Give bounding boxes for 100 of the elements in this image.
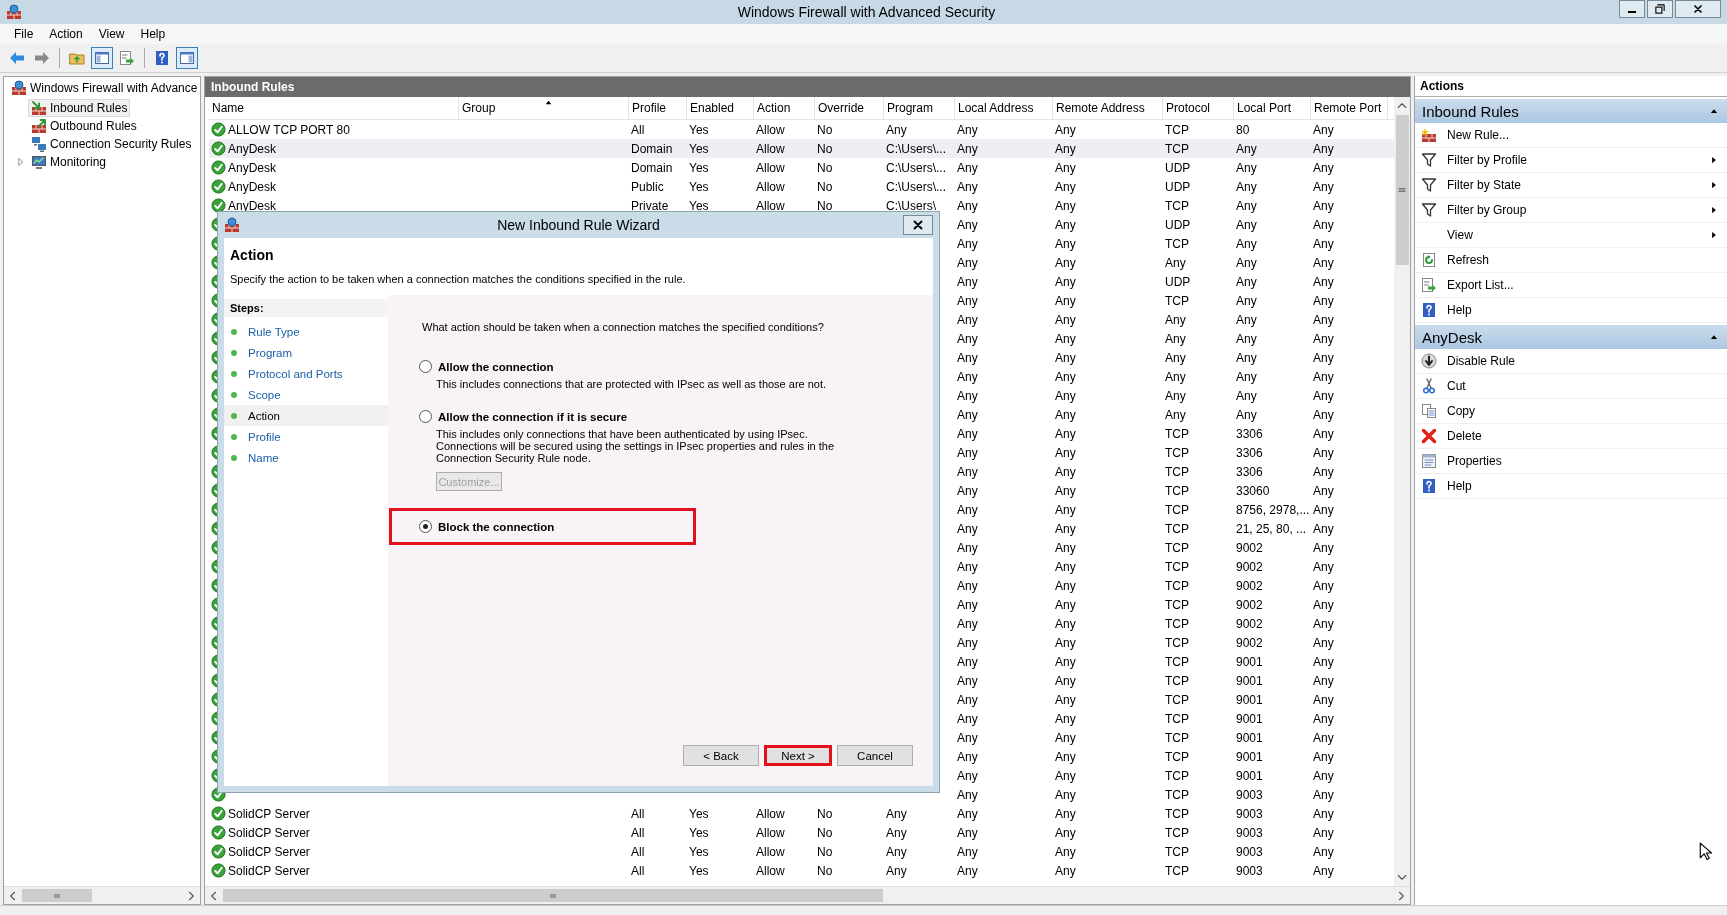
table-cell: Any	[957, 749, 978, 764]
table-cell: Any	[957, 312, 978, 327]
scroll-thumb[interactable]	[1395, 115, 1409, 265]
vertical-scrollbar[interactable]	[1394, 97, 1410, 886]
table-cell: Any	[1313, 597, 1334, 612]
dialog-button[interactable]: Next >	[764, 745, 832, 766]
column-header[interactable]: Remote Address	[1053, 97, 1163, 119]
column-header[interactable]: Action	[754, 97, 815, 119]
table-cell: AnyDesk	[228, 141, 277, 156]
table-cell: Any	[1313, 293, 1334, 308]
column-header[interactable]: Protocol	[1163, 97, 1234, 119]
section-header[interactable]: AnyDesk	[1415, 325, 1727, 349]
table-cell: Any	[1055, 426, 1076, 441]
close-button[interactable]	[903, 215, 933, 235]
steps-heading: Steps:	[224, 299, 388, 317]
action-item[interactable]: Delete	[1415, 424, 1727, 449]
tree-item[interactable]: Monitoring	[28, 153, 110, 171]
step-link[interactable]: Protocol and Ports	[224, 363, 388, 384]
step-link[interactable]: Program	[224, 342, 388, 363]
action-item[interactable]: Copy	[1415, 399, 1727, 424]
restore-button[interactable]	[1647, 0, 1673, 18]
action-item[interactable]: Filter by Profile	[1415, 148, 1727, 173]
action-item[interactable]: Filter by Group	[1415, 198, 1727, 223]
column-header[interactable]: Local Address	[955, 97, 1053, 119]
tree-item[interactable]: Connection Security Rules	[28, 135, 195, 153]
table-cell: SolidCP Server	[228, 844, 310, 859]
column-header[interactable]: Override	[815, 97, 884, 119]
table-cell: 3306	[1236, 464, 1263, 479]
section-header[interactable]: Inbound Rules	[1415, 99, 1727, 123]
scissors-icon	[1421, 378, 1437, 394]
step-link[interactable]: Profile	[224, 426, 388, 447]
action-item[interactable]: Disable Rule	[1415, 349, 1727, 374]
option-label[interactable]: Block the connection	[438, 520, 555, 533]
option-label[interactable]: Allow the connection	[438, 360, 554, 373]
menu-item[interactable]: View	[90, 25, 133, 43]
dialog-button[interactable]: < Back	[683, 745, 759, 766]
table-cell: Any	[957, 445, 978, 460]
restore-icon	[1654, 3, 1666, 15]
dialog-button[interactable]: Cancel	[837, 745, 913, 766]
action-item[interactable]: Export List...	[1415, 273, 1727, 298]
table-cell: Any	[1313, 673, 1334, 688]
column-header[interactable]: Remote Port	[1311, 97, 1388, 119]
table-cell: Any	[1055, 293, 1076, 308]
table-cell: UDP	[1165, 217, 1191, 232]
firewall-icon	[224, 217, 240, 233]
action-item[interactable]: Cut	[1415, 374, 1727, 399]
step-link[interactable]: Scope	[224, 384, 388, 405]
table-cell: Allow	[756, 198, 785, 213]
menu-item[interactable]: Help	[132, 25, 174, 43]
step-link[interactable]: Name	[224, 447, 388, 468]
action-item[interactable]: Refresh	[1415, 248, 1727, 273]
table-cell: Any	[1236, 255, 1257, 270]
scroll-thumb[interactable]	[22, 889, 92, 902]
column-header[interactable]: Profile	[629, 97, 687, 119]
action-item[interactable]: Help	[1415, 298, 1727, 323]
table-cell: 9001	[1236, 673, 1263, 688]
action-item[interactable]: New Rule...	[1415, 123, 1727, 148]
column-header[interactable]: Program	[884, 97, 955, 119]
table-cell: All	[631, 122, 645, 137]
tree-item[interactable]: Inbound Rules	[28, 99, 131, 117]
table-cell: Any	[957, 768, 978, 783]
toolbar-button[interactable]	[176, 47, 198, 69]
horizontal-scrollbar[interactable]	[205, 886, 1410, 904]
table-cell: SolidCP Server	[228, 825, 310, 840]
option-description: This includes only connections that have been authenticated by using IPsec. Connections will be secured using the settings in IPsec properties and rules in the Connection Security Rule node.	[436, 428, 836, 464]
table-cell: Any	[1165, 312, 1186, 327]
horizontal-scrollbar[interactable]	[4, 886, 200, 904]
action-item[interactable]: View	[1415, 223, 1727, 248]
table-cell: 21, 25, 80, ...	[1236, 521, 1307, 536]
column-header[interactable]: Enabled	[687, 97, 754, 119]
step-link[interactable]: Action	[224, 405, 388, 426]
table-cell: Any	[957, 692, 978, 707]
computers-icon	[31, 136, 47, 152]
filter-icon	[1421, 202, 1437, 218]
scroll-thumb[interactable]	[223, 889, 883, 902]
tree-item[interactable]: Windows Firewall with Advance	[8, 79, 200, 97]
step-link[interactable]: Rule Type	[224, 321, 388, 342]
column-header[interactable]: Name	[209, 97, 459, 119]
column-header[interactable]: Group	[459, 97, 629, 119]
tree-item[interactable]: Outbound Rules	[28, 117, 140, 135]
action-item[interactable]: Filter by State	[1415, 173, 1727, 198]
action-item[interactable]: Help	[1415, 474, 1727, 499]
column-header[interactable]: Local Port	[1234, 97, 1311, 119]
toolbar-button[interactable]	[91, 47, 113, 69]
radio-button[interactable]	[419, 520, 432, 533]
table-cell: Any	[1055, 654, 1076, 669]
radio-button[interactable]	[419, 360, 432, 373]
table-cell: Any	[957, 711, 978, 726]
filter-icon	[1421, 177, 1437, 193]
radio-button[interactable]	[419, 410, 432, 423]
option-label[interactable]: Allow the connection if it is secure	[438, 410, 628, 423]
down-arrow-circle-icon	[1421, 353, 1437, 369]
action-item[interactable]: Properties	[1415, 449, 1727, 474]
table-cell: Any	[1313, 863, 1334, 878]
menu-item[interactable]: File	[6, 25, 42, 43]
table-cell: Any	[1313, 654, 1334, 669]
table-cell: 3306	[1236, 426, 1263, 441]
menu-item[interactable]: Action	[41, 25, 91, 43]
minimize-button[interactable]	[1619, 0, 1645, 18]
table-cell: Any	[1055, 502, 1076, 517]
